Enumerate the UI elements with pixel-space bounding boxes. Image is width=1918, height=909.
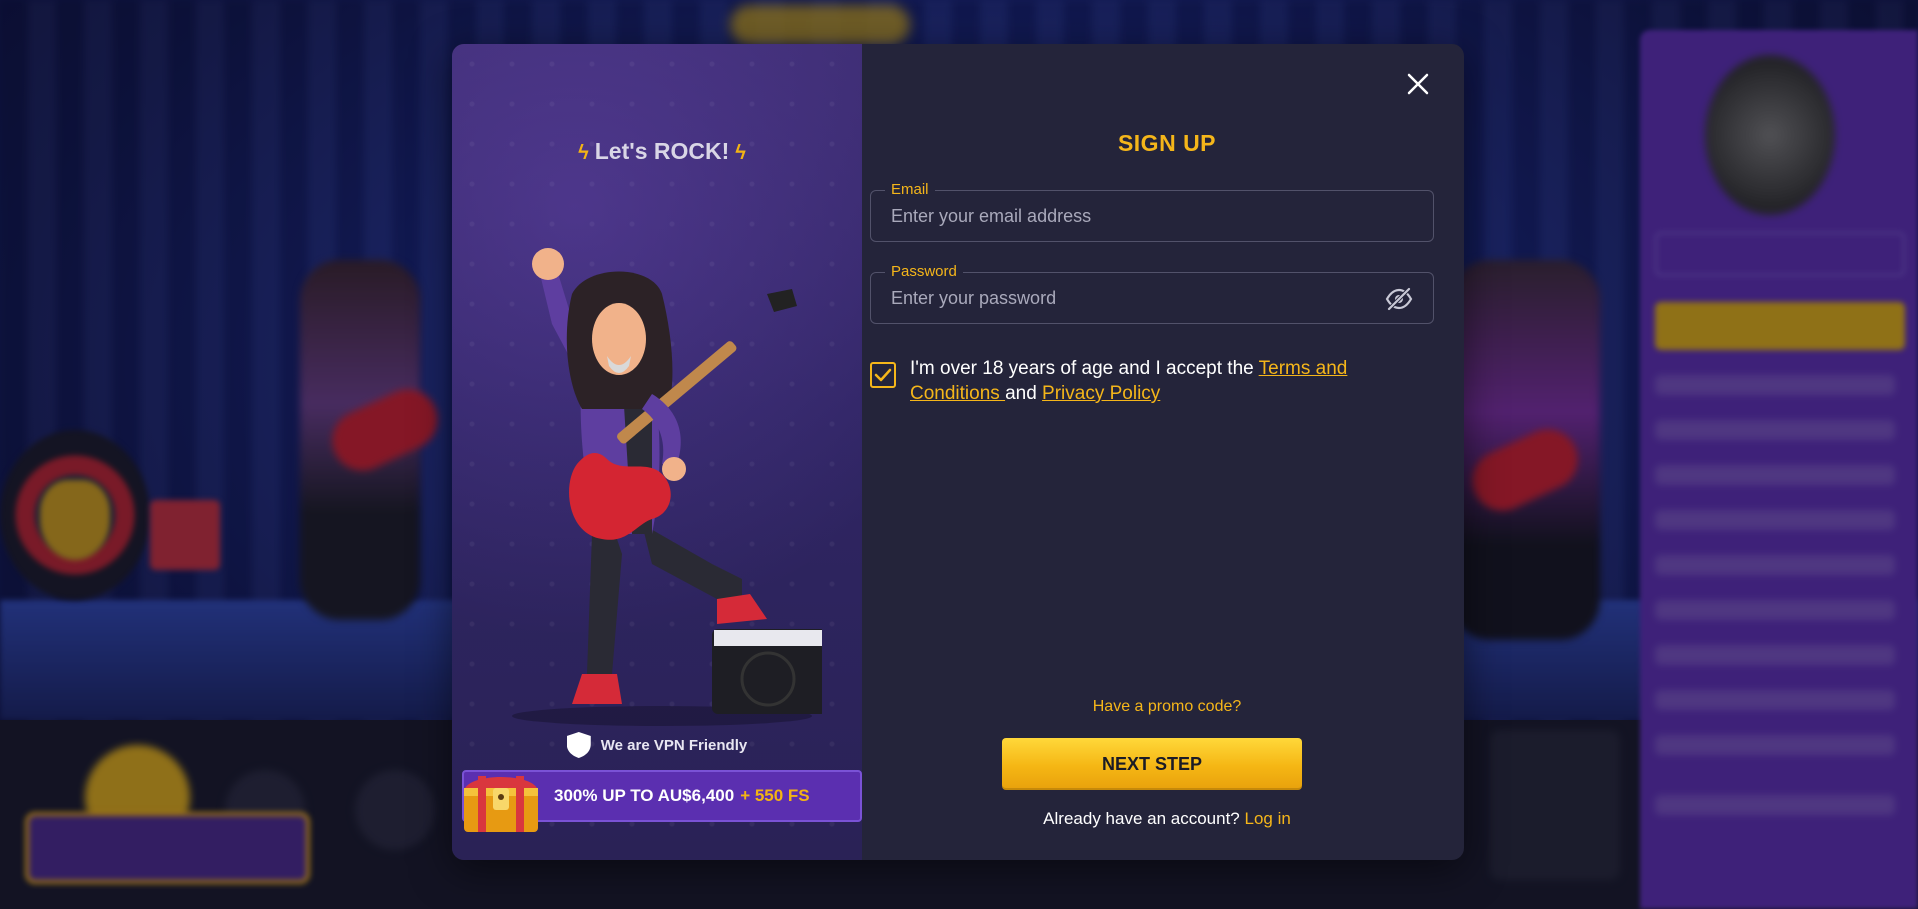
promo-panel: ϟ Let's ROCK! ϟ We are VPN Friendly 300%… bbox=[452, 44, 862, 860]
checkmark-icon bbox=[874, 368, 892, 382]
bonus-amount: 300% UP TO AU$6,400 bbox=[554, 786, 735, 805]
lightning-icon: ϟ bbox=[578, 142, 589, 164]
promo-headline: ϟ Let's ROCK! ϟ bbox=[452, 138, 862, 165]
already-account-text: Already have an account? bbox=[1043, 809, 1245, 828]
consent-checkbox[interactable] bbox=[870, 362, 896, 388]
privacy-policy-link[interactable]: Privacy Policy bbox=[1042, 383, 1160, 404]
age-terms-consent: I'm over 18 years of age and I accept th… bbox=[870, 356, 1430, 406]
next-step-button[interactable]: NEXT STEP bbox=[1002, 738, 1302, 790]
treasure-chest-icon bbox=[464, 776, 538, 832]
bonus-free-spins: + 550 FS bbox=[740, 786, 810, 805]
vpn-friendly-row: We are VPN Friendly bbox=[452, 732, 862, 758]
consent-text-start: I'm over 18 years of age and I accept th… bbox=[910, 358, 1259, 379]
promo-headline-text: Let's ROCK! bbox=[594, 138, 730, 164]
close-icon[interactable] bbox=[1402, 68, 1434, 100]
signup-modal: ϟ Let's ROCK! ϟ We are VPN Friendly 300%… bbox=[452, 44, 1464, 860]
email-input[interactable] bbox=[871, 191, 1433, 241]
promo-code-link[interactable]: Have a promo code? bbox=[870, 698, 1464, 716]
eye-slash-icon[interactable] bbox=[1385, 287, 1413, 311]
already-have-account: Already have an account? Log in bbox=[870, 809, 1464, 829]
password-field: Password bbox=[870, 263, 1434, 324]
password-input[interactable] bbox=[871, 273, 1433, 323]
consent-text-middle: and bbox=[1005, 383, 1043, 404]
rocker-illustration bbox=[512, 248, 822, 726]
vpn-shield-icon bbox=[567, 732, 591, 758]
login-link[interactable]: Log in bbox=[1244, 809, 1290, 828]
consent-text: I'm over 18 years of age and I accept th… bbox=[910, 356, 1430, 406]
email-field: Email bbox=[870, 181, 1434, 242]
signup-title: SIGN UP bbox=[1117, 130, 1217, 156]
lightning-icon: ϟ bbox=[735, 142, 746, 164]
vpn-friendly-text: We are VPN Friendly bbox=[600, 736, 748, 754]
